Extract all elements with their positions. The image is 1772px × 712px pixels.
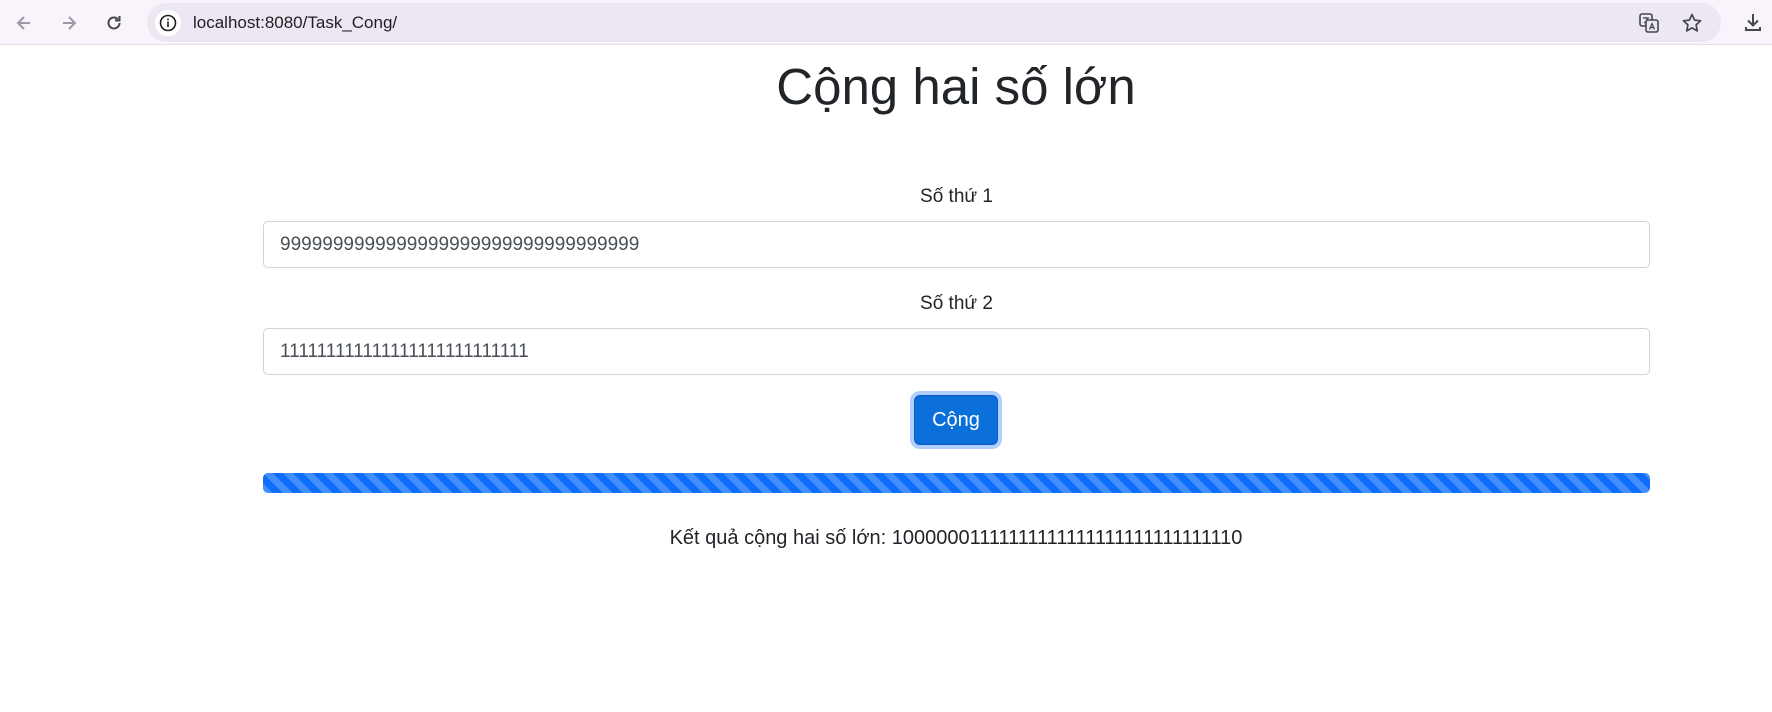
reload-button[interactable] [98, 7, 130, 39]
second-number-input[interactable] [263, 328, 1650, 375]
page-title: Cộng hai số lớn [776, 58, 1136, 115]
first-number-input[interactable] [263, 221, 1650, 268]
result-text: Kết quả cộng hai số lớn: 100000011111111… [669, 527, 1243, 549]
add-button[interactable]: Cộng [914, 395, 998, 445]
download-icon [1745, 14, 1761, 31]
reload-icon [107, 16, 121, 30]
second-number-label: Số thứ 2 [920, 293, 993, 314]
info-icon [159, 14, 177, 32]
url-text[interactable]: localhost:8080/Task_Cong/ [193, 13, 397, 33]
back-button[interactable] [8, 7, 40, 39]
bookmark-button[interactable] [1679, 10, 1705, 36]
downloads-button[interactable] [1738, 7, 1768, 37]
first-number-label: Số thứ 1 [920, 186, 993, 207]
forward-button[interactable] [53, 7, 85, 39]
browser-toolbar: localhost:8080/Task_Cong/ [0, 0, 1772, 45]
back-arrow-icon [16, 16, 30, 30]
translate-button[interactable] [1636, 10, 1662, 36]
forward-arrow-icon [63, 16, 77, 30]
site-info-button[interactable] [155, 10, 181, 36]
progress-bar-fill [263, 473, 1650, 493]
progress-bar [263, 473, 1650, 493]
translate-icon [1639, 13, 1659, 33]
address-bar[interactable]: localhost:8080/Task_Cong/ [147, 3, 1721, 42]
star-icon [1682, 13, 1702, 32]
